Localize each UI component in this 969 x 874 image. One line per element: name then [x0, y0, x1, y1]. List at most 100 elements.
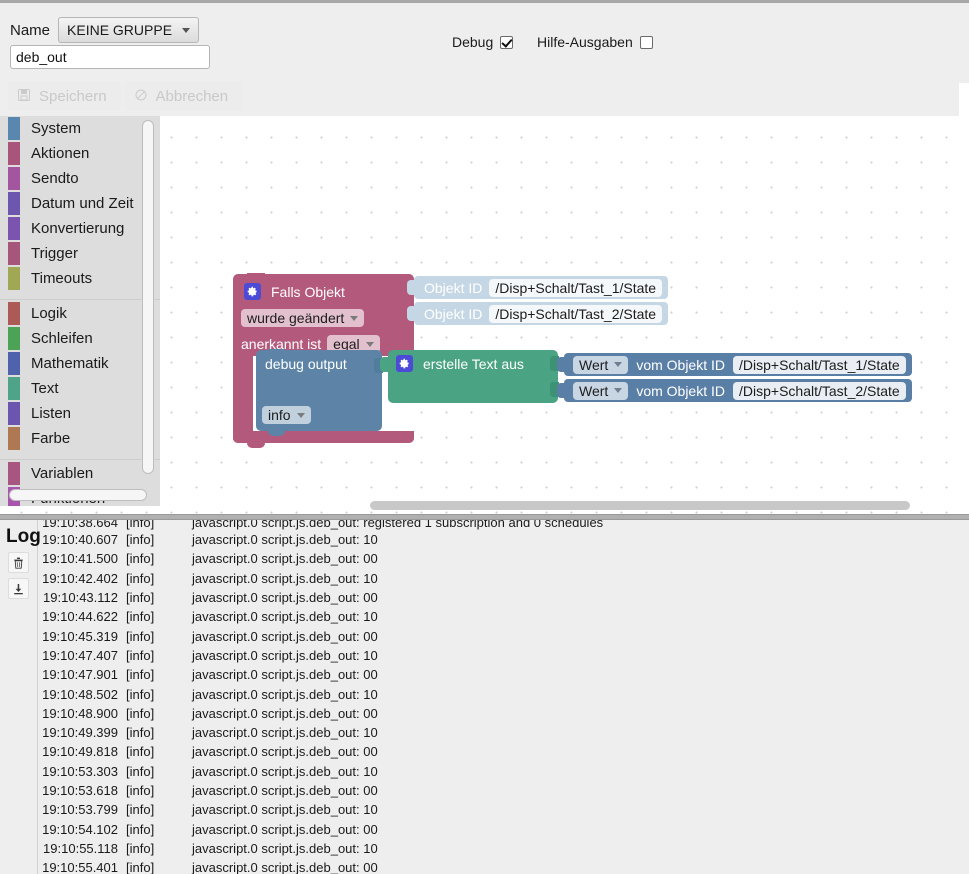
- chevron-down-icon: [296, 412, 305, 418]
- block-wert-objekt-id-1[interactable]: Wert vom Objekt ID /Disp+Schalt/Tast_1/S…: [557, 353, 912, 376]
- toolbox-category-sendto[interactable]: Sendto: [0, 166, 160, 191]
- cancel-button[interactable]: Abbrechen: [124, 81, 243, 111]
- clear-log-button[interactable]: [8, 552, 29, 573]
- download-log-button[interactable]: [8, 578, 29, 599]
- log-list[interactable]: 19:10:38.664 [info] javascript.0 script.js…: [38, 520, 969, 874]
- severity-field-wrap: info: [262, 406, 311, 424]
- toolbox-category-timeouts[interactable]: Timeouts: [0, 266, 160, 291]
- category-color-swatch: [8, 402, 20, 425]
- workspace-horizontal-scrollbar[interactable]: [370, 501, 910, 510]
- help-output-checkbox[interactable]: [639, 35, 653, 49]
- log-row[interactable]: 19:10:38.664 [info] javascript.0 script.js…: [38, 520, 969, 530]
- gear-icon[interactable]: [396, 355, 413, 372]
- toolbox-category-logik[interactable]: Logik: [0, 301, 160, 326]
- severity-dropdown[interactable]: info: [262, 406, 311, 424]
- cancel-circle-icon: [135, 89, 147, 104]
- log-timestamp: 19:10:44.622: [42, 609, 118, 625]
- log-row[interactable]: 19:10:55.401 [info] javascript.0 script.js…: [38, 858, 969, 874]
- chevron-down-icon: [365, 341, 374, 347]
- log-timestamp: 19:10:42.402: [42, 570, 118, 586]
- log-row[interactable]: 19:10:53.303 [info] javascript.0 script.js…: [38, 762, 969, 781]
- wert-dropdown-2[interactable]: Wert: [573, 381, 629, 400]
- chevron-down-icon: [182, 27, 191, 33]
- log-row[interactable]: 19:10:42.402 [info] javascript.0 script.js…: [38, 569, 969, 588]
- toolbox-category-datum-und-zeit[interactable]: Datum und Zeit: [0, 191, 160, 216]
- wert-label-2: vom Objekt ID: [636, 382, 726, 399]
- wert-dropdown-1[interactable]: Wert: [573, 355, 629, 374]
- log-row[interactable]: 19:10:49.818 [info] javascript.0 script.js…: [38, 742, 969, 761]
- log-message: javascript.0 script.js.deb_out: 10: [192, 686, 378, 702]
- name-label: Name: [10, 21, 51, 39]
- severity-value: info: [268, 407, 291, 423]
- block-notch: [247, 273, 265, 278]
- wert-value-2[interactable]: /Disp+Schalt/Tast_2/State: [733, 381, 906, 400]
- log-timestamp: 19:10:38.664: [42, 520, 118, 530]
- block-debug-output[interactable]: debug output info: [256, 349, 383, 436]
- log-title: Log: [6, 526, 41, 547]
- log-row[interactable]: 19:10:53.799 [info] javascript.0 script.js…: [38, 800, 969, 819]
- log-message: javascript.0 script.js.deb_out: 10: [192, 725, 378, 741]
- toolbox-category-variablen[interactable]: Variablen: [0, 461, 160, 486]
- log-timestamp: 19:10:54.102: [42, 821, 118, 837]
- log-row[interactable]: 19:10:40.607 [info] javascript.0 script.js…: [38, 530, 969, 549]
- toolbox-horizontal-scrollbar[interactable]: [9, 489, 147, 501]
- log-row[interactable]: 19:10:55.118 [info] javascript.0 script.js…: [38, 839, 969, 858]
- log-row[interactable]: 19:10:48.900 [info] javascript.0 script.js…: [38, 704, 969, 723]
- block-objekt-id-2[interactable]: Objekt ID /Disp+Schalt/Tast_2/State: [406, 302, 669, 325]
- toolbox-category-schleifen[interactable]: Schleifen: [0, 326, 160, 351]
- category-label: Schleifen: [31, 330, 93, 347]
- log-timestamp: 19:10:49.399: [42, 725, 118, 741]
- log-level: [info]: [126, 667, 155, 683]
- category-label: Datum und Zeit: [31, 195, 134, 212]
- log-row[interactable]: 19:10:54.102 [info] javascript.0 script.js…: [38, 819, 969, 838]
- help-output-option: Hilfe-Ausgaben: [537, 34, 653, 50]
- objekt-id-value-1[interactable]: /Disp+Schalt/Tast_1/State: [489, 278, 663, 297]
- save-button[interactable]: Speichern: [8, 81, 121, 111]
- group-select[interactable]: KEINE GRUPPE: [58, 17, 200, 43]
- category-color-swatch: [8, 242, 20, 265]
- block-output-plug: [380, 357, 389, 372]
- editor-toolbar: Name KEINE GRUPPE Debug Hilfe-Ausgaben: [0, 3, 969, 116]
- toolbox-vertical-scrollbar[interactable]: [142, 120, 154, 474]
- debug-checkbox[interactable]: [500, 35, 514, 49]
- log-timestamp: 19:10:53.799: [42, 802, 118, 818]
- log-message: javascript.0 script.js.deb_out: 00: [192, 590, 378, 606]
- editor-pane: Name KEINE GRUPPE Debug Hilfe-Ausgaben: [0, 0, 969, 518]
- toolbox-category-listen[interactable]: Listen: [0, 401, 160, 426]
- log-level: [info]: [126, 590, 155, 606]
- block-erstelle-text-aus[interactable]: erstelle Text aus: [380, 350, 559, 403]
- toolbox-category-konvertierung[interactable]: Konvertierung: [0, 216, 160, 241]
- log-row[interactable]: 19:10:47.407 [info] javascript.0 script.js…: [38, 646, 969, 665]
- toolbox-category-farbe[interactable]: Farbe: [0, 426, 160, 451]
- log-row[interactable]: 19:10:43.112 [info] javascript.0 script.js…: [38, 588, 969, 607]
- objekt-id-value-2[interactable]: /Disp+Schalt/Tast_2/State: [489, 304, 663, 323]
- block-wert-objekt-id-2[interactable]: Wert vom Objekt ID /Disp+Schalt/Tast_2/S…: [557, 379, 912, 402]
- toolbox-category-mathematik[interactable]: Mathematik: [0, 351, 160, 376]
- log-row[interactable]: 19:10:44.622 [info] javascript.0 script.js…: [38, 607, 969, 626]
- log-message: javascript.0 script.js.deb_out: 00: [192, 860, 378, 874]
- condition-dropdown[interactable]: wurde geändert: [241, 309, 365, 327]
- log-row[interactable]: 19:10:45.319 [info] javascript.0 script.js…: [38, 626, 969, 645]
- log-row[interactable]: 19:10:53.618 [info] javascript.0 script.js…: [38, 781, 969, 800]
- log-row[interactable]: 19:10:41.500 [info] javascript.0 script.js…: [38, 549, 969, 568]
- toolbox-category-system[interactable]: System: [0, 116, 160, 141]
- toolbox-category-aktionen[interactable]: Aktionen: [0, 141, 160, 166]
- wert-value-1[interactable]: /Disp+Schalt/Tast_1/State: [733, 355, 906, 374]
- category-color-swatch: [8, 167, 20, 190]
- script-name-input[interactable]: [10, 45, 210, 69]
- log-row[interactable]: 19:10:48.502 [info] javascript.0 script.js…: [38, 684, 969, 703]
- log-row[interactable]: 19:10:47.901 [info] javascript.0 script.js…: [38, 665, 969, 684]
- blockly-toolbox[interactable]: System Aktionen Sendto Datum und Zeit Konver…: [0, 116, 160, 506]
- gear-icon[interactable]: [244, 283, 261, 300]
- toolbox-category-trigger[interactable]: Trigger: [0, 241, 160, 266]
- toolbox-category-text[interactable]: Text: [0, 376, 160, 401]
- chevron-down-icon: [614, 362, 623, 367]
- log-message: javascript.0 script.js.deb_out: 00: [192, 628, 378, 644]
- block-notch: [268, 349, 285, 354]
- log-level: [info]: [126, 628, 155, 644]
- log-timestamp: 19:10:47.407: [42, 647, 118, 663]
- log-timestamp: 19:10:41.500: [42, 551, 118, 567]
- log-row[interactable]: 19:10:49.399 [info] javascript.0 script.js…: [38, 723, 969, 742]
- block-objekt-id-1[interactable]: Objekt ID /Disp+Schalt/Tast_1/State: [406, 276, 669, 299]
- category-label: System: [31, 120, 82, 137]
